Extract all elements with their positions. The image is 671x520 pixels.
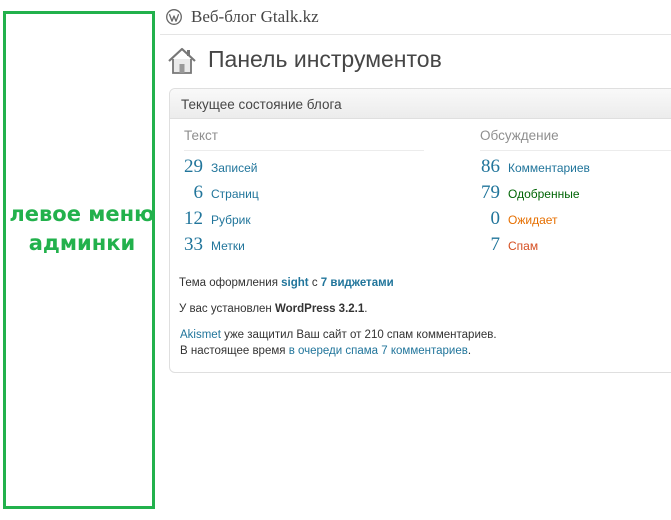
pending-link[interactable]: Ожидает bbox=[508, 213, 558, 227]
akismet-queue-info: В настоящее время в очереди спама 7 комм… bbox=[180, 345, 471, 357]
page-title: Панель инструментов bbox=[208, 46, 442, 72]
approved-link[interactable]: Одобренные bbox=[508, 187, 580, 201]
categories-link[interactable]: Рубрик bbox=[211, 213, 251, 227]
right-now-widget: Текущее состояние блога Текст Обсуждение… bbox=[169, 88, 671, 373]
content-column-heading: Текст bbox=[184, 128, 218, 143]
annotation-line-2: админки bbox=[28, 231, 136, 255]
pages-link[interactable]: Страниц bbox=[211, 187, 259, 201]
widgets-link[interactable]: 7 виджетами bbox=[321, 277, 394, 289]
theme-mid: с bbox=[311, 277, 318, 289]
version-value: WordPress 3.2.1 bbox=[274, 303, 365, 315]
akismet-queue-prefix: В настоящее время bbox=[180, 345, 286, 357]
theme-link[interactable]: sight bbox=[281, 277, 308, 289]
tags-count[interactable]: 33 bbox=[170, 234, 203, 256]
wordpress-logo-icon[interactable] bbox=[166, 9, 182, 25]
spam-queue-link[interactable]: в очереди спама 7 комментариев bbox=[289, 345, 468, 357]
pending-count[interactable]: 0 bbox=[460, 208, 501, 230]
admin-left-menu-annotation: левое меню админки bbox=[3, 11, 155, 509]
version-info: У вас установлен WordPress 3.2.1. bbox=[179, 303, 367, 315]
akismet-queue-suffix: . bbox=[467, 345, 472, 357]
widget-title: Текущее состояние блога bbox=[181, 97, 342, 112]
annotation-label: левое меню админки bbox=[6, 200, 158, 258]
theme-info: Тема оформления sight с 7 виджетами bbox=[179, 277, 394, 289]
akismet-info: Akismet уже защитил Ваш сайт от 210 спам… bbox=[180, 329, 497, 341]
spam-count[interactable]: 7 bbox=[460, 234, 501, 256]
categories-count[interactable]: 12 bbox=[170, 208, 203, 230]
discussion-column-heading: Обсуждение bbox=[480, 128, 559, 143]
approved-count[interactable]: 79 bbox=[460, 182, 500, 204]
divider bbox=[184, 150, 424, 151]
widget-header[interactable]: Текущее состояние блога bbox=[170, 89, 671, 119]
version-prefix: У вас установлен bbox=[179, 303, 272, 315]
dashboard-home-icon bbox=[168, 47, 196, 74]
theme-prefix: Тема оформления bbox=[179, 277, 278, 289]
pages-count[interactable]: 6 bbox=[170, 182, 204, 204]
version-suffix: . bbox=[364, 303, 368, 315]
comments-count[interactable]: 86 bbox=[460, 156, 500, 178]
comments-link[interactable]: Комментариев bbox=[508, 161, 590, 175]
admin-header: Веб-блог Gtalk.kz bbox=[160, 0, 671, 35]
posts-link[interactable]: Записей bbox=[211, 161, 258, 175]
annotation-line-1: левое меню bbox=[9, 202, 155, 226]
akismet-text: уже защитил Ваш сайт от 210 спам коммент… bbox=[224, 329, 497, 341]
akismet-link[interactable]: Akismet bbox=[180, 329, 221, 341]
posts-count[interactable]: 29 bbox=[170, 156, 203, 178]
site-title[interactable]: Веб-блог Gtalk.kz bbox=[191, 7, 319, 27]
spam-link[interactable]: Спам bbox=[508, 239, 538, 253]
divider bbox=[480, 150, 671, 151]
tags-link[interactable]: Метки bbox=[211, 239, 245, 253]
